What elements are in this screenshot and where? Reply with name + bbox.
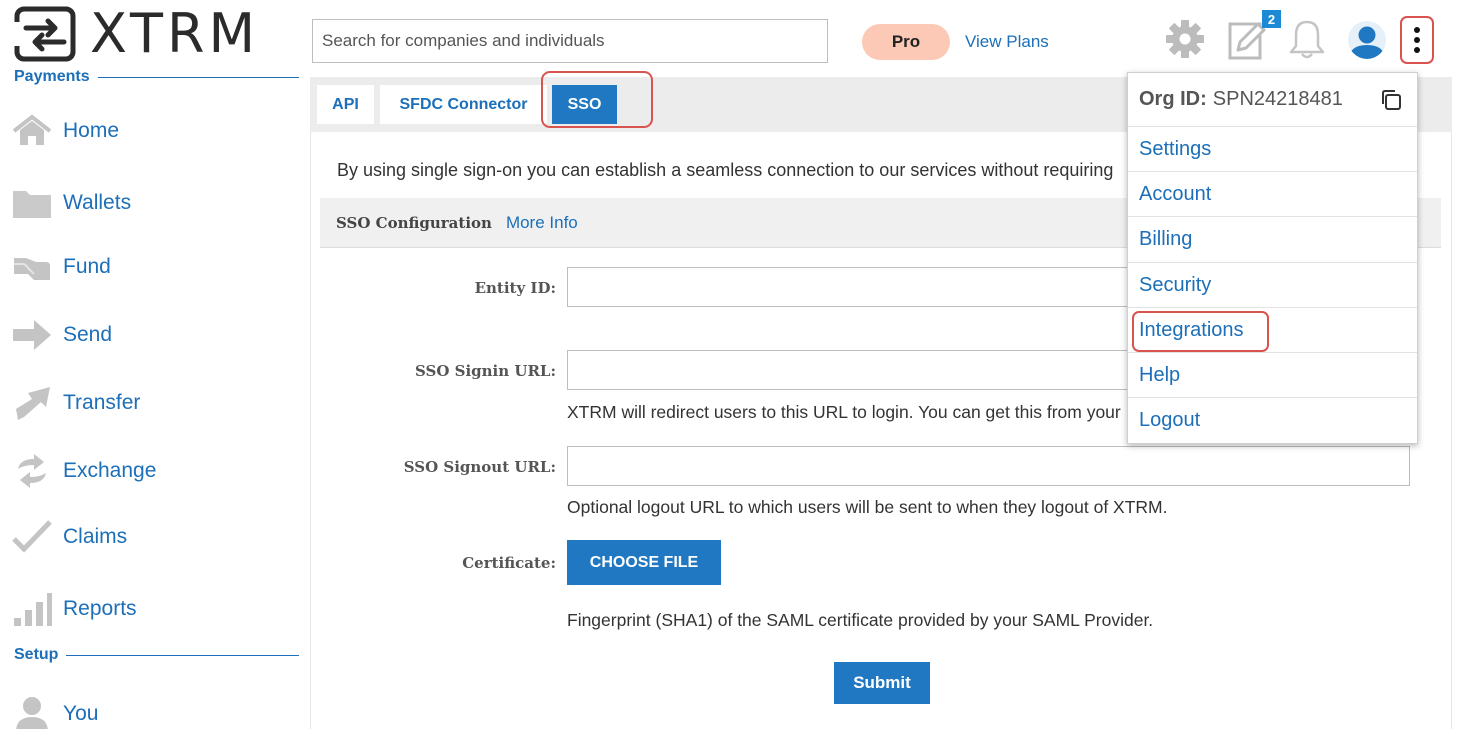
org-id-row: Org ID: SPN24218481 xyxy=(1128,73,1417,126)
bar-chart-icon xyxy=(12,591,52,627)
section-divider xyxy=(66,654,299,656)
more-info-link[interactable]: More Info xyxy=(506,213,578,233)
plan-badge[interactable]: Pro xyxy=(862,24,950,60)
search-input[interactable] xyxy=(312,19,828,63)
sidebar-item-label: Fund xyxy=(63,255,111,278)
menu-item-logout[interactable]: Logout xyxy=(1128,397,1417,442)
sidebar-item-reports[interactable]: Reports xyxy=(12,589,137,629)
sidebar-item-label: Reports xyxy=(63,597,137,620)
kebab-icon xyxy=(1414,27,1420,53)
sidebar-item-wallets[interactable]: Wallets xyxy=(12,183,131,223)
sidebar-item-label: Home xyxy=(63,119,120,142)
arrow-right-icon xyxy=(12,317,52,353)
sso-signin-url-label: SSO Signin URL: xyxy=(414,362,556,380)
menu-item-settings[interactable]: Settings xyxy=(1128,126,1417,171)
menu-item-security[interactable]: Security xyxy=(1128,262,1417,307)
submit-button[interactable]: Submit xyxy=(834,662,930,704)
sidebar-item-fund[interactable]: Fund xyxy=(12,247,111,287)
view-plans-link[interactable]: View Plans xyxy=(965,32,1049,52)
section-label: Payments xyxy=(14,68,90,85)
sidebar-item-you[interactable]: You xyxy=(12,694,98,729)
tab-sso[interactable]: SSO xyxy=(552,85,617,124)
menu-item-account[interactable]: Account xyxy=(1128,171,1417,216)
more-menu-button[interactable] xyxy=(1400,16,1434,64)
sidebar-item-label: Claims xyxy=(63,525,128,548)
notes-count-badge: 2 xyxy=(1262,10,1281,28)
logo-icon xyxy=(14,6,76,62)
sidebar-item-home[interactable]: Home xyxy=(12,111,119,151)
tab-api[interactable]: API xyxy=(317,85,374,124)
section-divider xyxy=(97,76,299,78)
org-id-label: Org ID: xyxy=(1139,88,1207,110)
choose-file-button[interactable]: CHOOSE FILE xyxy=(567,540,721,585)
section-payments: Payments xyxy=(14,68,299,86)
sidebar-item-label: Send xyxy=(63,323,113,346)
signin-url-help: XTRM will redirect users to this URL to … xyxy=(567,402,1121,422)
account-dropdown-menu: Org ID: SPN24218481 Settings Account Bil… xyxy=(1127,72,1418,444)
exchange-icon xyxy=(12,453,52,489)
gear-icon[interactable] xyxy=(1164,18,1206,60)
check-icon xyxy=(12,519,52,555)
sso-signout-url-input[interactable] xyxy=(567,446,1410,486)
home-icon xyxy=(12,113,52,149)
brand-logo[interactable]: XTRM xyxy=(14,4,284,64)
section-label: Setup xyxy=(14,646,59,663)
menu-item-integrations[interactable]: Integrations xyxy=(1128,307,1417,352)
menu-item-help[interactable]: Help xyxy=(1128,352,1417,397)
sidebar-item-label: You xyxy=(63,702,99,725)
copy-icon[interactable] xyxy=(1380,89,1402,111)
sso-signout-url-label: SSO Signout URL: xyxy=(403,458,556,476)
bell-icon[interactable] xyxy=(1288,18,1326,60)
section-setup: Setup xyxy=(14,646,299,664)
sidebar-item-send[interactable]: Send xyxy=(12,315,112,355)
sidebar-item-exchange[interactable]: Exchange xyxy=(12,451,156,491)
avatar[interactable] xyxy=(1347,20,1387,60)
certificate-label: Certificate: xyxy=(462,554,556,572)
sidebar-item-label: Exchange xyxy=(63,459,157,482)
certificate-help: Fingerprint (SHA1) of the SAML certifica… xyxy=(567,610,1154,630)
config-title: SSO Configuration xyxy=(336,213,492,232)
menu-item-billing[interactable]: Billing xyxy=(1128,216,1417,261)
sidebar-item-label: Wallets xyxy=(63,191,132,214)
sidebar-item-transfer[interactable]: Transfer xyxy=(12,383,140,423)
folder-icon xyxy=(12,185,52,221)
tab-sfdc-connector[interactable]: SFDC Connector xyxy=(380,85,547,124)
org-id-value: SPN24218481 xyxy=(1212,88,1343,110)
hand-icon xyxy=(12,249,52,285)
sidebar-item-claims[interactable]: Claims xyxy=(12,517,127,557)
brand-name: XTRM xyxy=(90,2,260,65)
entity-id-label: Entity ID: xyxy=(474,279,556,297)
user-icon xyxy=(12,696,52,729)
sidebar-item-label: Transfer xyxy=(63,391,141,414)
sso-intro-text: By using single sign-on you can establis… xyxy=(337,160,1114,180)
arrow-up-right-icon xyxy=(12,385,52,421)
signout-url-help: Optional logout URL to which users will … xyxy=(567,497,1168,517)
